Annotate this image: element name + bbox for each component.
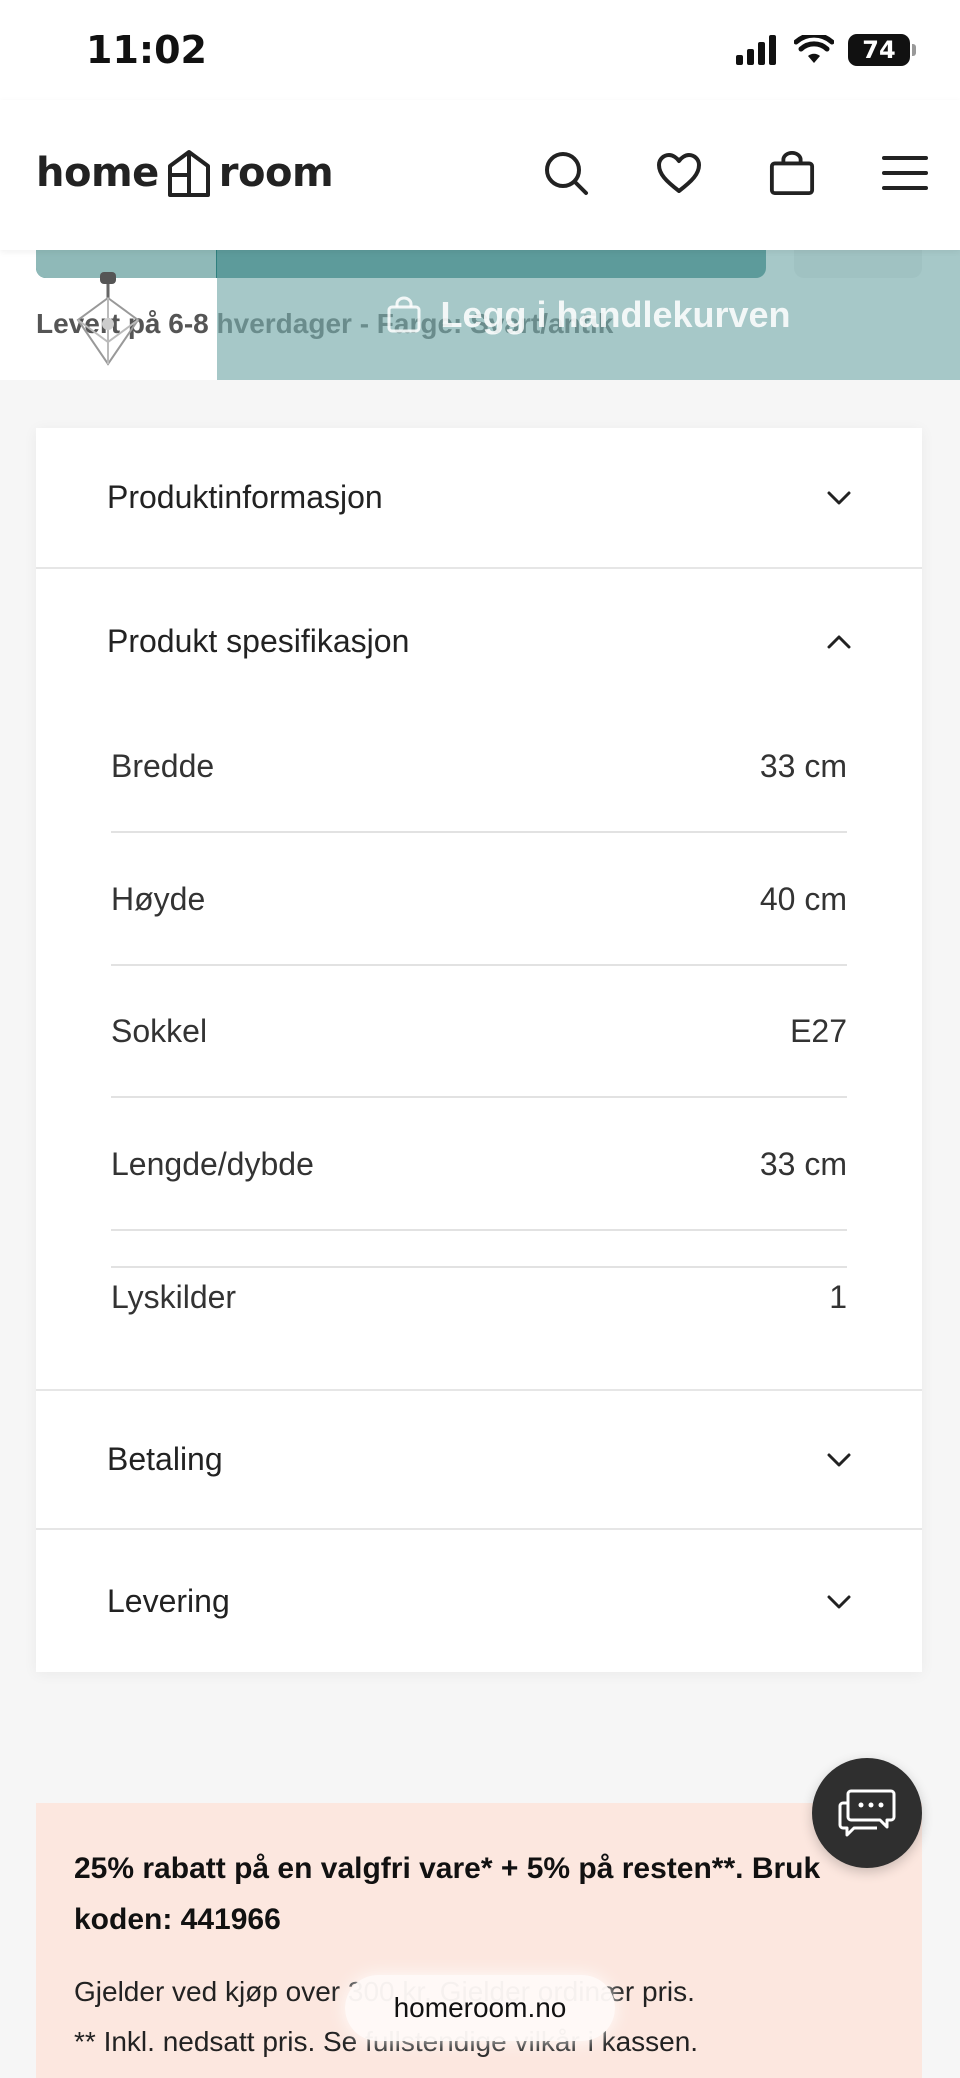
cart-button[interactable] [769, 150, 815, 196]
sticky-cart-bar: Levert på 6-8 hverdager - Farge: Svart/a… [0, 250, 960, 380]
accordion-payment[interactable]: Betaling [36, 1389, 922, 1530]
promo-title: 25% rabatt på en valgfri vare* + 5% på r… [74, 1852, 821, 1936]
bag-icon [769, 150, 815, 196]
accordion-label: Betaling [107, 1441, 223, 1477]
logo-text-right: room [218, 150, 334, 196]
spec-value: 33 cm [759, 747, 847, 784]
logo[interactable]: home room [36, 148, 334, 198]
spec-label: Bredde [111, 747, 215, 784]
battery-indicator: 74 [848, 34, 916, 66]
spec-value: 1 [829, 1278, 847, 1315]
add-to-cart-button[interactable]: Legg i handlekurven [217, 250, 960, 380]
spec-row: Lyskilder 1 [111, 1231, 847, 1363]
chevron-up-icon [826, 629, 852, 655]
search-button[interactable] [543, 150, 589, 196]
chevron-down-icon [826, 1447, 852, 1473]
menu-button[interactable] [882, 150, 928, 196]
product-accordion: Produktinformasjon Produkt spesifikasjon… [36, 428, 922, 1672]
house-logo-icon [167, 150, 210, 197]
menu-icon [882, 156, 928, 190]
status-bar: 11:02 74 [0, 0, 960, 100]
spec-value: E27 [790, 1012, 847, 1049]
spec-label: Lengde/dybde [111, 1145, 314, 1182]
spec-row: Høyde 40 cm [111, 834, 847, 966]
chat-icon [838, 1789, 896, 1837]
spec-label: Sokkel [111, 1012, 208, 1049]
spec-value: 40 cm [759, 880, 847, 917]
accordion-label: Produktinformasjon [107, 479, 383, 515]
signal-icon [736, 35, 776, 65]
accordion-label: Produkt spesifikasjon [107, 623, 410, 659]
bag-icon [387, 296, 421, 333]
header-icons [543, 150, 928, 196]
chevron-down-icon [826, 1589, 852, 1615]
wishlist-button[interactable] [656, 150, 702, 196]
status-icons: 74 [736, 34, 916, 66]
status-time: 11:02 [86, 28, 207, 72]
accordion-delivery[interactable]: Levering [36, 1531, 922, 1672]
accordion-label: Levering [107, 1583, 230, 1619]
spec-row: Bredde 33 cm [111, 701, 847, 833]
spec-label: Lyskilder [111, 1278, 237, 1315]
spec-label: Høyde [111, 880, 206, 917]
accordion-product-info[interactable]: Produktinformasjon [36, 428, 922, 569]
product-thumbnail [76, 272, 140, 366]
search-icon [545, 152, 588, 195]
spec-value: 33 cm [759, 1145, 847, 1182]
spec-row: Lengde/dybde 33 cm [111, 1099, 847, 1231]
heart-icon [657, 153, 701, 193]
logo-text-left: home [36, 150, 159, 196]
chat-button[interactable] [812, 1758, 922, 1868]
wifi-icon [794, 35, 834, 63]
add-to-cart-label: Legg i handlekurven [440, 294, 791, 335]
spec-row: Sokkel E27 [111, 966, 847, 1098]
chevron-down-icon [826, 485, 852, 511]
site-header: home room [0, 100, 960, 250]
browser-url-bar[interactable]: homeroom.no [345, 1975, 615, 2041]
accordion-product-spec[interactable]: Produkt spesifikasjon [36, 571, 922, 712]
